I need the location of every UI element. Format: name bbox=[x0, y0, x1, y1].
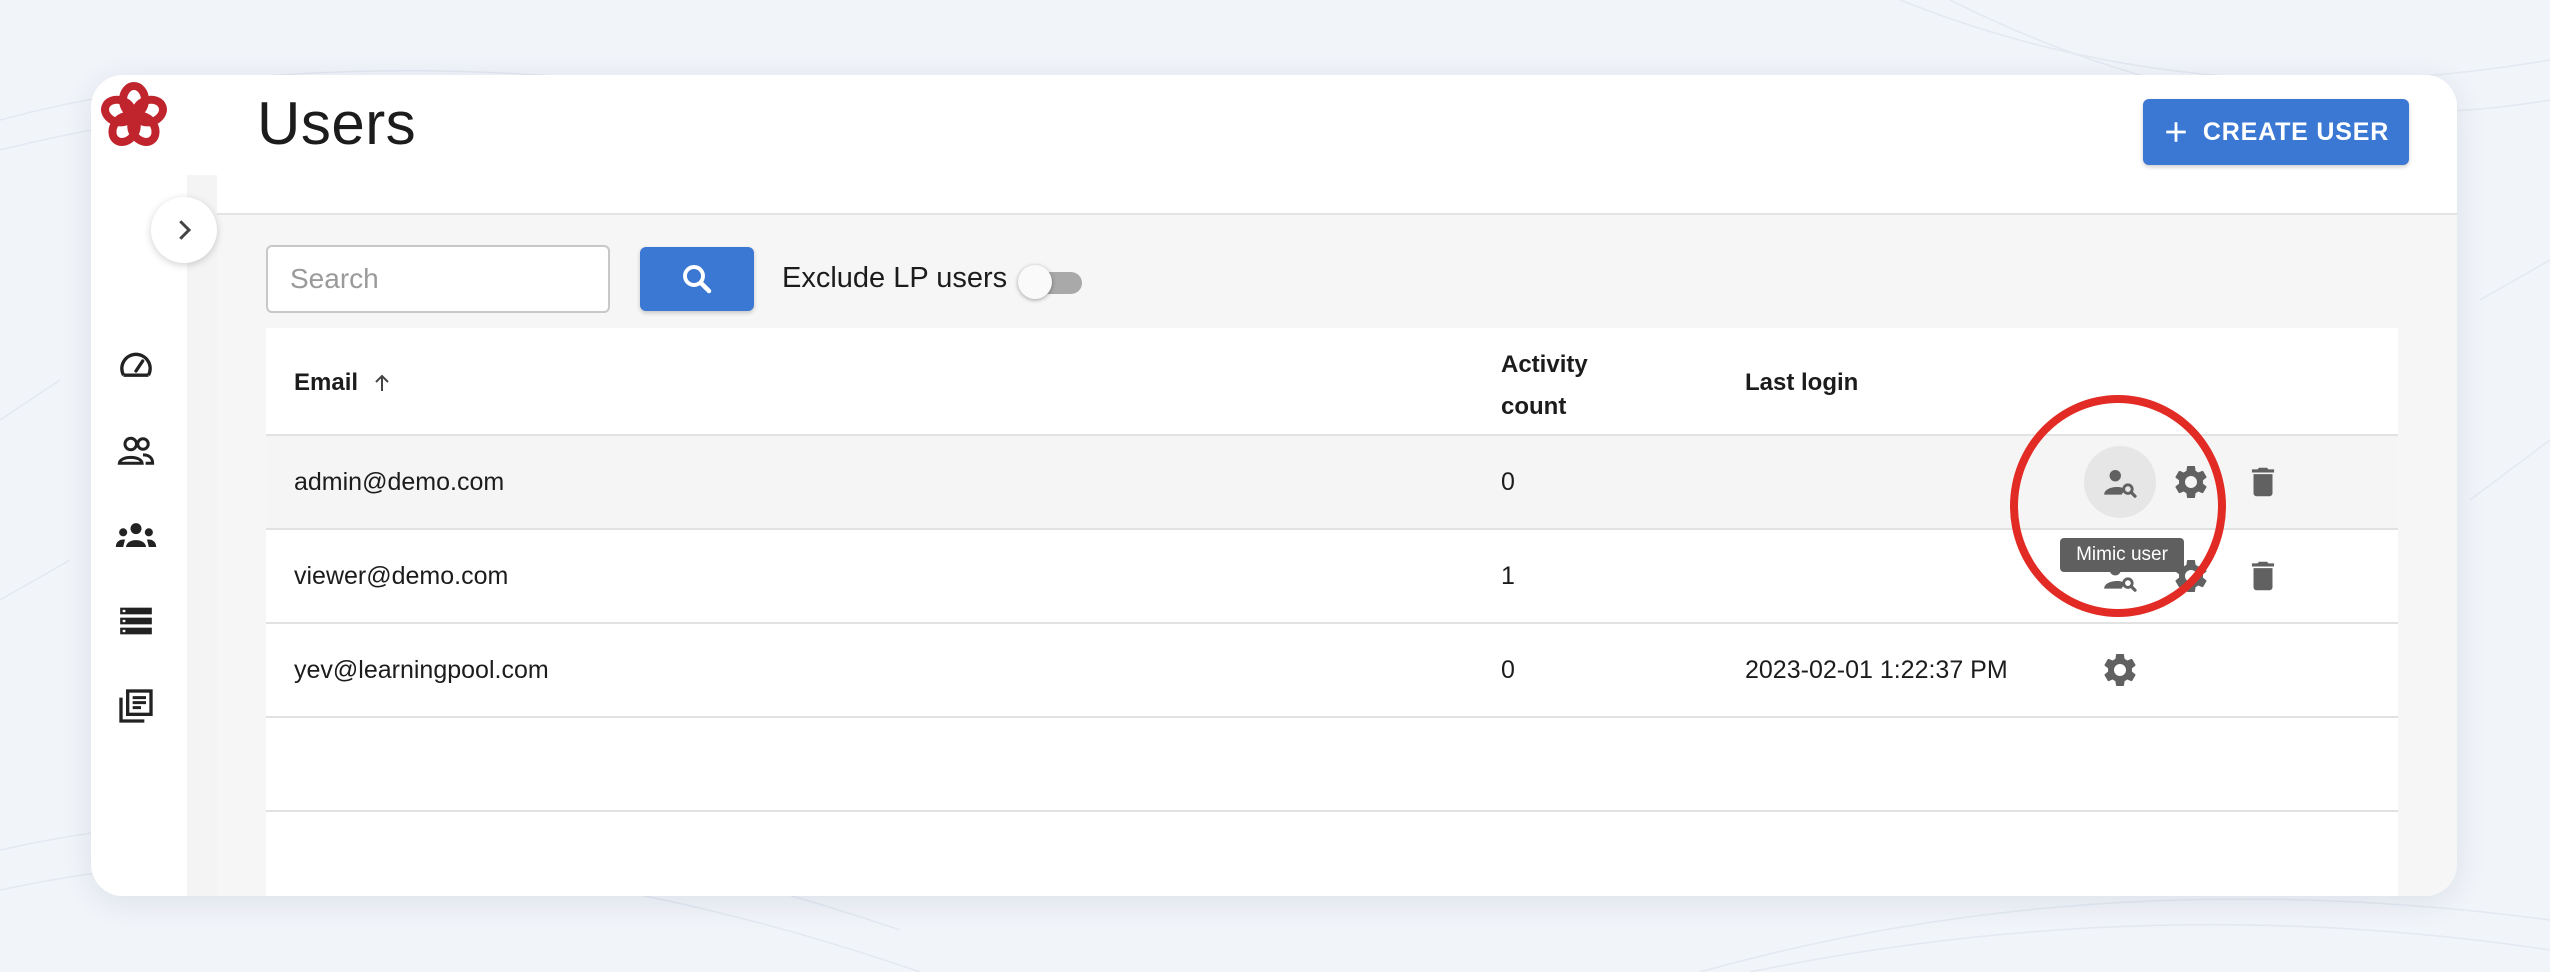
user-settings-button[interactable] bbox=[2095, 645, 2145, 695]
user-settings-button[interactable] bbox=[2166, 457, 2216, 507]
users-table: Email Activity count Last login admin@de… bbox=[266, 328, 2398, 896]
delete-user-button[interactable] bbox=[2238, 457, 2288, 507]
row-activity-count: 0 bbox=[1501, 468, 1515, 496]
column-header-activity[interactable]: Activity count bbox=[1501, 344, 1588, 428]
mimic-user-button[interactable] bbox=[2095, 457, 2145, 507]
toggle-thumb bbox=[1018, 265, 1052, 299]
table-row[interactable]: yev@learningpool.com 0 2023-02-01 1:22:3… bbox=[266, 622, 2398, 716]
column-header-email[interactable]: Email bbox=[294, 369, 394, 397]
dashboard-gauge-icon bbox=[120, 352, 152, 377]
gear-icon bbox=[2104, 654, 2136, 686]
search-input[interactable] bbox=[266, 245, 610, 313]
email-header-label: Email bbox=[294, 369, 359, 396]
sidebar-item-users[interactable] bbox=[111, 426, 161, 476]
exclude-lp-users-label: Exclude LP users bbox=[782, 262, 1008, 294]
activity-header-line1: Activity bbox=[1501, 351, 1588, 378]
row-activity-count: 1 bbox=[1501, 562, 1515, 590]
row-email: viewer@demo.com bbox=[294, 562, 509, 590]
sort-ascending-icon bbox=[375, 374, 389, 391]
mimic-user-tooltip: Mimic user bbox=[2060, 538, 2184, 572]
table-row-empty bbox=[266, 810, 2398, 896]
row-email: yev@learningpool.com bbox=[294, 656, 549, 684]
create-user-label: CREATE USER bbox=[2202, 117, 2390, 146]
sidebar-item-groups[interactable] bbox=[111, 511, 161, 561]
expand-sidebar-button[interactable] bbox=[151, 197, 217, 263]
main-area: Users CREATE USER Exclude LP users bbox=[217, 75, 2457, 896]
chevron-right-icon bbox=[179, 220, 192, 240]
exclude-lp-users-toggle[interactable] bbox=[1018, 265, 1084, 299]
row-last-login: 2023-02-01 1:22:37 PM bbox=[1745, 656, 2008, 684]
sidebar-item-library[interactable] bbox=[111, 681, 161, 731]
page-header: Users CREATE USER bbox=[217, 75, 2457, 215]
search-icon bbox=[683, 265, 712, 294]
trash-icon bbox=[2251, 467, 2275, 497]
library-icon bbox=[119, 689, 153, 723]
create-user-button[interactable]: CREATE USER bbox=[2143, 99, 2409, 165]
users-icon bbox=[117, 436, 155, 465]
table-row[interactable]: admin@demo.com 0 bbox=[266, 434, 2398, 528]
content-area: Exclude LP users Email Activity count bbox=[217, 215, 2457, 896]
activity-header-line2: count bbox=[1501, 393, 1567, 420]
trash-icon bbox=[2251, 561, 2275, 591]
table-row-empty bbox=[266, 716, 2398, 810]
groups-icon bbox=[115, 523, 157, 547]
row-activity-count: 0 bbox=[1501, 656, 1515, 684]
mimic-user-icon bbox=[2104, 469, 2137, 498]
page-title: Users bbox=[257, 90, 417, 157]
sidebar-item-dashboard[interactable] bbox=[111, 341, 161, 391]
app-window: Users CREATE USER Exclude LP users bbox=[91, 75, 2457, 896]
list-icon bbox=[120, 607, 152, 635]
delete-user-button[interactable] bbox=[2238, 551, 2288, 601]
column-header-last-login[interactable]: Last login bbox=[1745, 369, 1858, 397]
sidebar-item-list[interactable] bbox=[111, 596, 161, 646]
search-button[interactable] bbox=[640, 247, 754, 311]
logo-icon bbox=[101, 82, 167, 146]
row-email: admin@demo.com bbox=[294, 468, 505, 496]
gear-icon bbox=[2175, 466, 2207, 498]
sidebar-edge bbox=[187, 175, 217, 896]
plus-icon bbox=[2166, 122, 2186, 142]
